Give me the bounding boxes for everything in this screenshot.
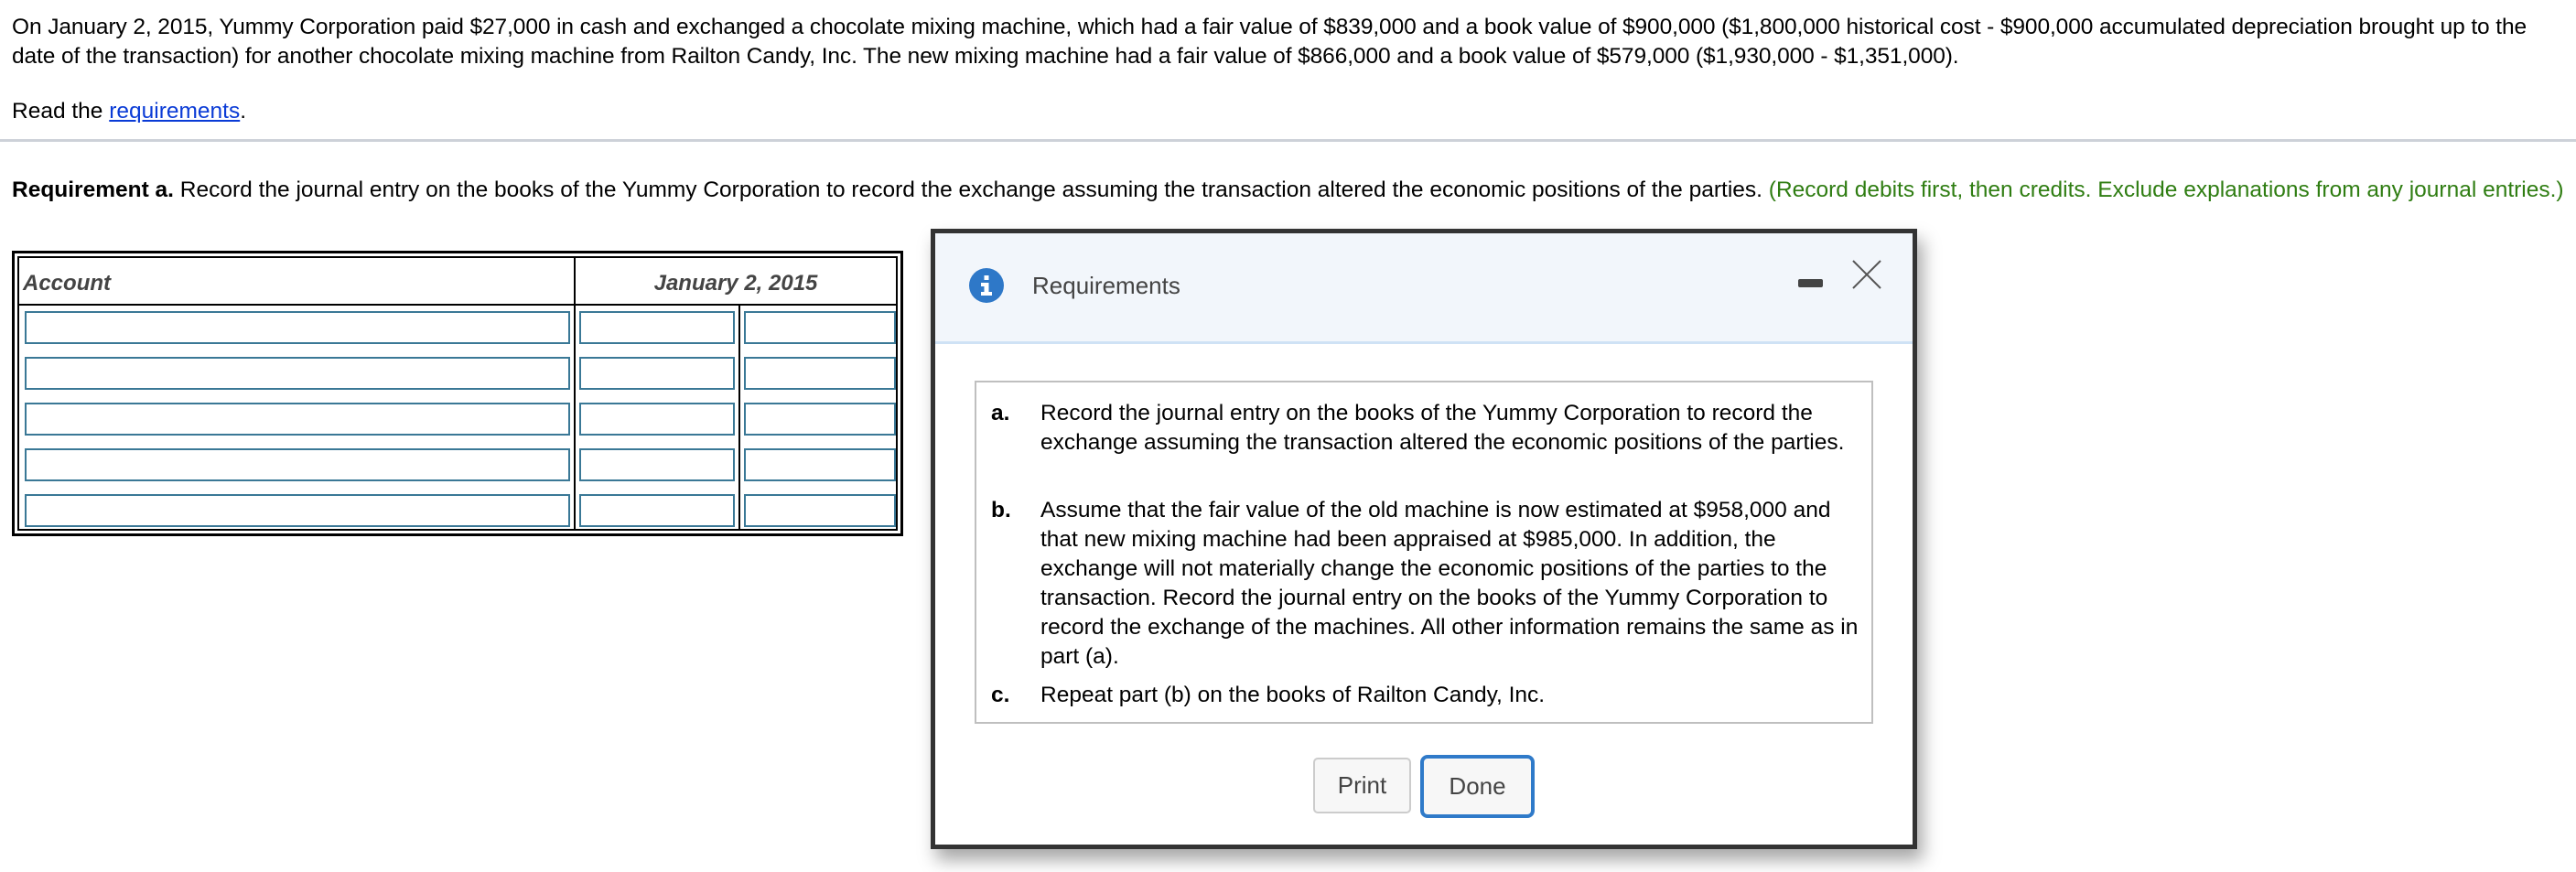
credit-input[interactable] bbox=[744, 448, 896, 481]
requirement-a-prompt: Requirement a. Record the journal entry … bbox=[12, 176, 2565, 205]
read-suffix: . bbox=[240, 99, 247, 124]
requirement-letter: c. bbox=[991, 683, 1010, 707]
requirement-text: Record the journal entry on the books of… bbox=[1040, 401, 1845, 455]
requirements-dialog: Requirements a. Record the journal entry… bbox=[931, 229, 1917, 849]
requirement-text: Assume that the fair value of the old ma… bbox=[1040, 498, 1859, 669]
account-input[interactable] bbox=[25, 403, 570, 436]
debit-input[interactable] bbox=[579, 494, 735, 527]
requirement-letter: a. bbox=[991, 401, 1010, 425]
print-button[interactable]: Print bbox=[1313, 758, 1411, 813]
requirements-list: a. Record the journal entry on the books… bbox=[975, 381, 1873, 724]
debit-input[interactable] bbox=[579, 357, 735, 390]
requirement-a-label: Requirement a. bbox=[12, 178, 174, 202]
credit-input[interactable] bbox=[744, 403, 896, 436]
requirement-a-text: Record the journal entry on the books of… bbox=[174, 178, 1769, 202]
credit-input[interactable] bbox=[744, 494, 896, 527]
close-icon bbox=[1852, 260, 1881, 289]
column-header-date: January 2, 2015 bbox=[574, 258, 896, 306]
requirement-letter: b. bbox=[991, 498, 1011, 522]
minimize-button[interactable] bbox=[1795, 274, 1825, 292]
column-header-account: Account bbox=[19, 258, 574, 306]
done-button[interactable]: Done bbox=[1420, 755, 1535, 818]
column-divider-debit-credit bbox=[738, 306, 740, 529]
read-requirements-line: Read the requirements. bbox=[12, 97, 246, 126]
account-input[interactable] bbox=[25, 494, 570, 527]
dialog-header: Requirements bbox=[935, 233, 1913, 344]
dialog-title: Requirements bbox=[1032, 272, 1180, 299]
info-icon bbox=[969, 268, 1004, 303]
problem-statement: On January 2, 2015, Yummy Corporation pa… bbox=[12, 15, 2527, 69]
credit-input[interactable] bbox=[744, 357, 896, 390]
section-divider bbox=[0, 139, 2576, 142]
requirement-a-instruction: (Record debits first, then credits. Excl… bbox=[1768, 178, 2564, 202]
journal-entry-table: Account January 2, 2015 bbox=[12, 251, 903, 536]
account-input[interactable] bbox=[25, 357, 570, 390]
column-divider-account bbox=[574, 306, 576, 529]
close-button[interactable] bbox=[1849, 257, 1886, 294]
requirement-text: Repeat part (b) on the books of Railton … bbox=[1040, 683, 1546, 707]
read-prefix: Read the bbox=[12, 99, 110, 124]
credit-input[interactable] bbox=[744, 311, 896, 344]
debit-input[interactable] bbox=[579, 311, 735, 344]
account-input[interactable] bbox=[25, 448, 570, 481]
account-input[interactable] bbox=[25, 311, 570, 344]
journal-entry-table-inner: Account January 2, 2015 bbox=[17, 256, 898, 531]
debit-input[interactable] bbox=[579, 448, 735, 481]
requirements-link[interactable]: requirements bbox=[109, 99, 240, 124]
debit-input[interactable] bbox=[579, 403, 735, 436]
minimize-icon bbox=[1798, 279, 1823, 287]
